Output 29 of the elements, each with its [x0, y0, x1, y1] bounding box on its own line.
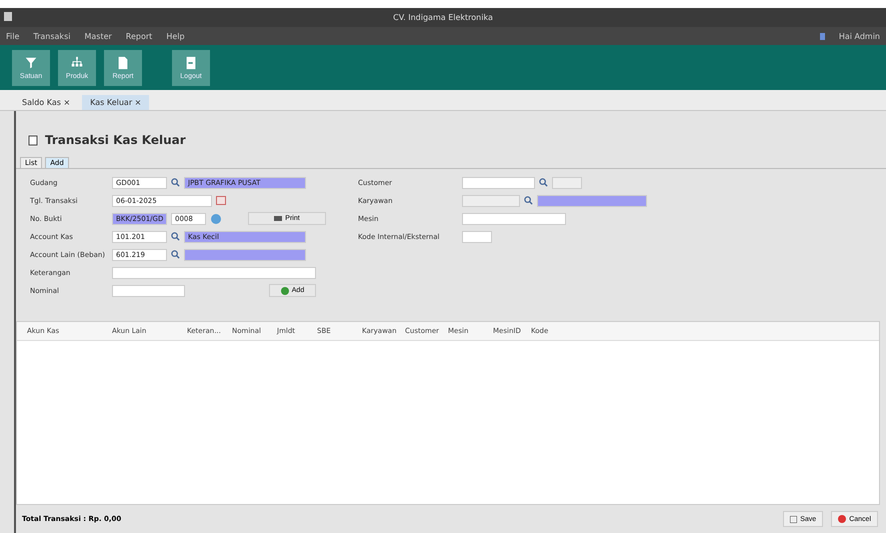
filter-icon — [24, 55, 38, 71]
document-icon — [28, 134, 39, 146]
search-icon[interactable] — [171, 178, 180, 187]
menu-item[interactable]: Help — [166, 32, 185, 40]
search-icon[interactable] — [524, 196, 533, 205]
document-tab[interactable]: Kas Keluar × — [82, 95, 150, 110]
employee-field[interactable] — [462, 194, 520, 206]
nominal-field[interactable] — [112, 284, 185, 296]
menu-item[interactable]: Master — [84, 32, 112, 40]
code-field[interactable] — [462, 230, 492, 242]
text-field[interactable] — [112, 266, 316, 278]
search-icon[interactable] — [171, 250, 180, 259]
menu-item[interactable]: Transaksi — [33, 32, 70, 40]
menu-item[interactable]: File — [6, 32, 20, 40]
search-icon[interactable] — [171, 232, 180, 241]
app-icon — [4, 12, 12, 21]
page-title: Transaksi Kas Keluar — [45, 133, 186, 147]
customer-field[interactable] — [462, 176, 535, 188]
description-field — [552, 176, 582, 188]
doc-icon — [116, 55, 130, 71]
printer-icon — [274, 215, 282, 222]
search-icon[interactable] — [539, 178, 548, 187]
window-title: CV. Indigama Elektronika — [393, 13, 493, 22]
text-field[interactable] — [462, 212, 566, 224]
exit-icon — [184, 55, 198, 71]
menu-item[interactable]: Report — [126, 32, 152, 40]
document-tab[interactable]: Saldo Kas × — [14, 95, 78, 110]
calendar-icon[interactable] — [216, 196, 226, 205]
user-label: Hai Admin — [838, 32, 880, 40]
